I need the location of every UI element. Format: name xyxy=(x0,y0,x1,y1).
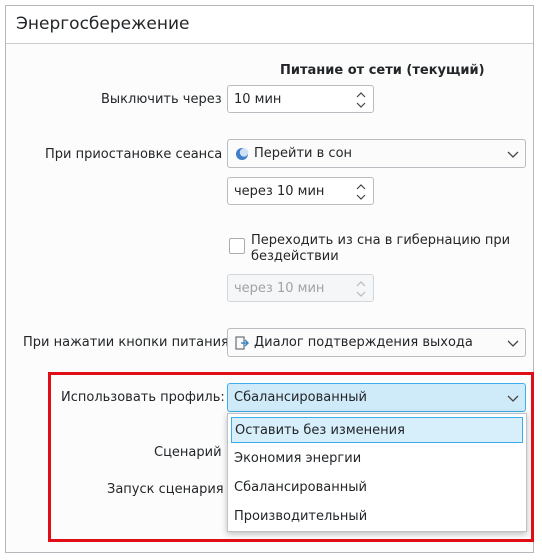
turn-off-spinbox[interactable]: 10 мин xyxy=(227,85,374,113)
profile-combo[interactable]: Сбалансированный xyxy=(227,383,526,412)
option-label: Экономия энергии xyxy=(234,451,362,466)
suspend-delay-spinbox[interactable]: через 10 мин xyxy=(227,177,374,205)
profile-option-balanced[interactable]: Сбалансированный xyxy=(231,475,523,501)
spin-arrows-icon[interactable] xyxy=(355,89,367,111)
chevron-down-icon xyxy=(507,151,519,158)
spin-arrows-icon[interactable] xyxy=(355,181,367,203)
power-button-action-combo[interactable]: Диалог подтверждения выхода xyxy=(227,328,526,357)
profile-label: Использовать профиль: xyxy=(61,390,225,405)
power-button-action-value: Диалог подтверждения выхода xyxy=(254,335,473,350)
panel-title: Энергосбережение xyxy=(16,14,190,34)
profile-dropdown-list: Оставить без изменения Экономия энергии … xyxy=(227,413,527,532)
spin-arrows-icon xyxy=(356,281,366,297)
suspend-label: При приостановке сеанса xyxy=(45,147,223,162)
option-label: Производительный xyxy=(234,509,368,524)
hibernate-delay-spinbox: через 10 мин xyxy=(227,274,374,302)
profile-option-keep[interactable]: Оставить без изменения xyxy=(231,417,523,443)
moon-icon xyxy=(236,148,249,160)
profile-option-performance[interactable]: Производительный xyxy=(231,504,523,530)
option-label: Оставить без изменения xyxy=(235,423,405,438)
power-button-label: При нажатии кнопки питания xyxy=(23,335,229,350)
hibernate-checkbox[interactable] xyxy=(229,238,245,254)
turn-off-value: 10 мин xyxy=(234,92,282,107)
script-label: Сценарий xyxy=(154,445,222,460)
panel-header: Энергосбережение xyxy=(6,6,533,44)
chevron-down-icon xyxy=(507,340,519,347)
hibernate-delay-value: через 10 мин xyxy=(234,281,325,296)
option-label: Сбалансированный xyxy=(234,480,367,495)
profile-value: Сбалансированный xyxy=(234,390,367,405)
suspend-delay-value: через 10 мин xyxy=(234,184,325,199)
hibernate-label-line1: Переходить из сна в гибернацию при xyxy=(251,233,511,248)
column-header-ac-power: Питание от сети (текущий) xyxy=(280,63,485,78)
suspend-action-combo[interactable]: Перейти в сон xyxy=(227,139,526,168)
logout-icon xyxy=(235,336,249,350)
turn-off-label: Выключить через xyxy=(101,92,222,107)
script-run-label: Запуск сценария xyxy=(107,482,224,497)
profile-option-power-save[interactable]: Экономия энергии xyxy=(231,446,523,472)
suspend-action-value: Перейти в сон xyxy=(254,146,353,161)
chevron-down-icon xyxy=(507,395,519,402)
hibernate-label-line2: бездействии xyxy=(251,249,339,264)
